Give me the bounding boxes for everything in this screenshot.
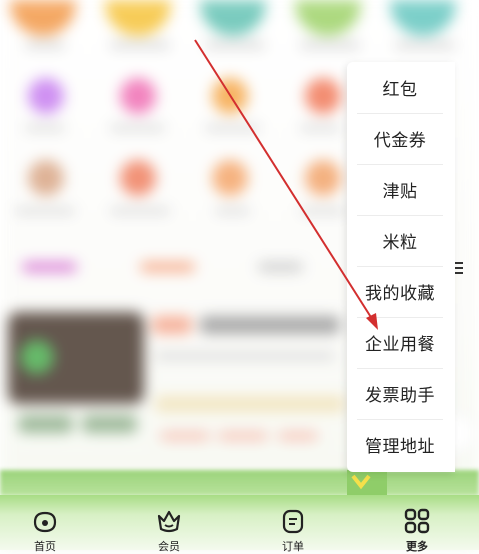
nav-label-orders: 订单 xyxy=(282,540,304,553)
nav-item-home[interactable]: 首页 xyxy=(5,495,85,553)
grid-icon xyxy=(404,508,430,534)
annotation-arrow xyxy=(194,39,378,330)
crown-icon xyxy=(157,510,181,533)
nav-label-home: 首页 xyxy=(34,540,56,553)
nav-item-more[interactable]: 更多 xyxy=(377,495,457,553)
nav-label-more: 更多 xyxy=(406,540,428,553)
home-icon xyxy=(33,511,57,533)
bottom-navigation: 首页 会员 订单 更多 xyxy=(0,495,479,553)
nav-label-membership: 会员 xyxy=(158,540,180,553)
nav-item-membership[interactable]: 会员 xyxy=(129,495,209,553)
order-icon xyxy=(282,509,304,534)
nav-item-orders[interactable]: 订单 xyxy=(253,495,333,553)
